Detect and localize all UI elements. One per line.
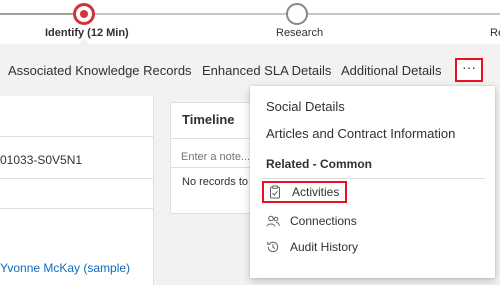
case-number-value: 01033-S0V5N1 [0,153,83,167]
timeline-panel: Timeline No records to [170,102,260,214]
people-icon [266,214,280,228]
stage-research-marker[interactable] [286,3,308,25]
stage-next-label[interactable]: Re [490,27,500,39]
menu-item-label: Audit History [290,240,359,254]
case-summary-section: 01033-S0V5N1 Yvonne McKay (sample) [0,96,154,285]
menu-separator [262,178,485,179]
menu-item-label: Connections [290,214,357,228]
timeline-empty-text: No records to [182,176,249,188]
menu-item-articles-contract[interactable]: Articles and Contract Information [266,126,455,141]
business-process-flow: Identify (12 Min) Research Re [0,0,500,44]
menu-item-connections[interactable]: Connections [266,211,357,231]
field-divider [0,208,153,209]
customer-link[interactable]: Yvonne McKay (sample) [0,261,130,275]
history-icon [266,240,280,254]
timeline-title: Timeline [182,112,235,127]
tab-associated-knowledge-records[interactable]: Associated Knowledge Records [8,63,192,78]
more-tabs-dropdown: Social Details Articles and Contract Inf… [250,86,495,278]
timeline-divider [171,138,259,139]
stage-identify-marker[interactable] [73,3,95,25]
clipboard-icon [268,185,282,199]
menu-group-heading: Related - Common [266,157,373,171]
menu-item-social-details[interactable]: Social Details [266,99,345,114]
timeline-divider [171,167,259,168]
tab-additional-details[interactable]: Additional Details [341,63,441,78]
stage-research-label[interactable]: Research [276,27,323,39]
field-divider [0,178,153,179]
menu-item-activities[interactable]: Activities [262,181,348,203]
menu-item-audit-history[interactable]: Audit History [266,237,358,257]
more-tabs-button[interactable]: ··· [455,58,483,82]
note-input[interactable] [181,148,259,166]
menu-item-label: Activities [292,185,340,199]
field-divider [0,136,153,137]
tab-enhanced-sla-details[interactable]: Enhanced SLA Details [202,63,331,78]
process-track-complete [0,13,84,15]
